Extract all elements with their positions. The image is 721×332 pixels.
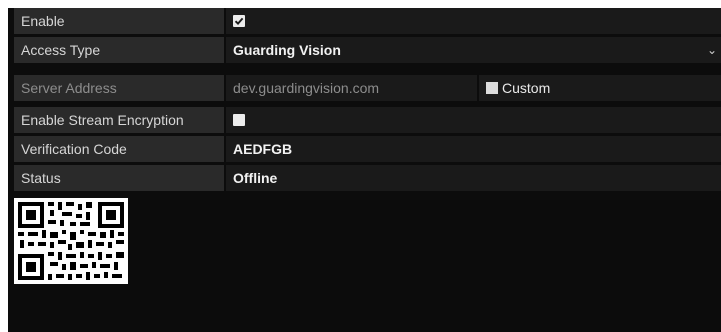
stream-encryption-checkbox[interactable] (233, 114, 245, 126)
row-verification-code: Verification Code AEDFGB (14, 136, 721, 162)
row-status: Status Offline (14, 165, 721, 191)
status-label: Status (14, 165, 224, 191)
access-type-select[interactable]: Guarding Vision ⌄ (226, 37, 721, 63)
row-stream-encryption: Enable Stream Encryption (14, 107, 721, 133)
server-address-field[interactable]: dev.guardingvision.com (226, 75, 477, 101)
verification-code-field[interactable]: AEDFGB (226, 136, 721, 162)
server-address-label: Server Address (14, 75, 224, 101)
row-server-address: Server Address dev.guardingvision.com Cu… (14, 75, 721, 101)
stream-encryption-value-cell (226, 107, 721, 133)
access-type-label: Access Type (14, 37, 224, 63)
enable-value-cell (226, 8, 721, 34)
row-access-type: Access Type Guarding Vision ⌄ (14, 37, 721, 63)
check-icon (234, 17, 244, 25)
server-address-cells: dev.guardingvision.com Custom (226, 75, 721, 101)
chevron-down-icon: ⌄ (706, 43, 717, 57)
enable-label: Enable (14, 8, 224, 34)
qr-code (14, 198, 128, 284)
verification-code-label: Verification Code (14, 136, 224, 162)
row-enable: Enable (14, 8, 721, 34)
stream-encryption-label: Enable Stream Encryption (14, 107, 224, 133)
qr-code-icon (14, 198, 128, 284)
platform-access-panel: Enable Access Type Guarding Vision ⌄ Ser… (8, 8, 721, 332)
custom-checkbox[interactable] (486, 82, 498, 94)
enable-checkbox[interactable] (233, 15, 245, 27)
custom-label: Custom (502, 80, 551, 96)
status-value: Offline (226, 165, 721, 191)
custom-option[interactable]: Custom (479, 75, 721, 101)
access-type-value: Guarding Vision (233, 42, 341, 58)
